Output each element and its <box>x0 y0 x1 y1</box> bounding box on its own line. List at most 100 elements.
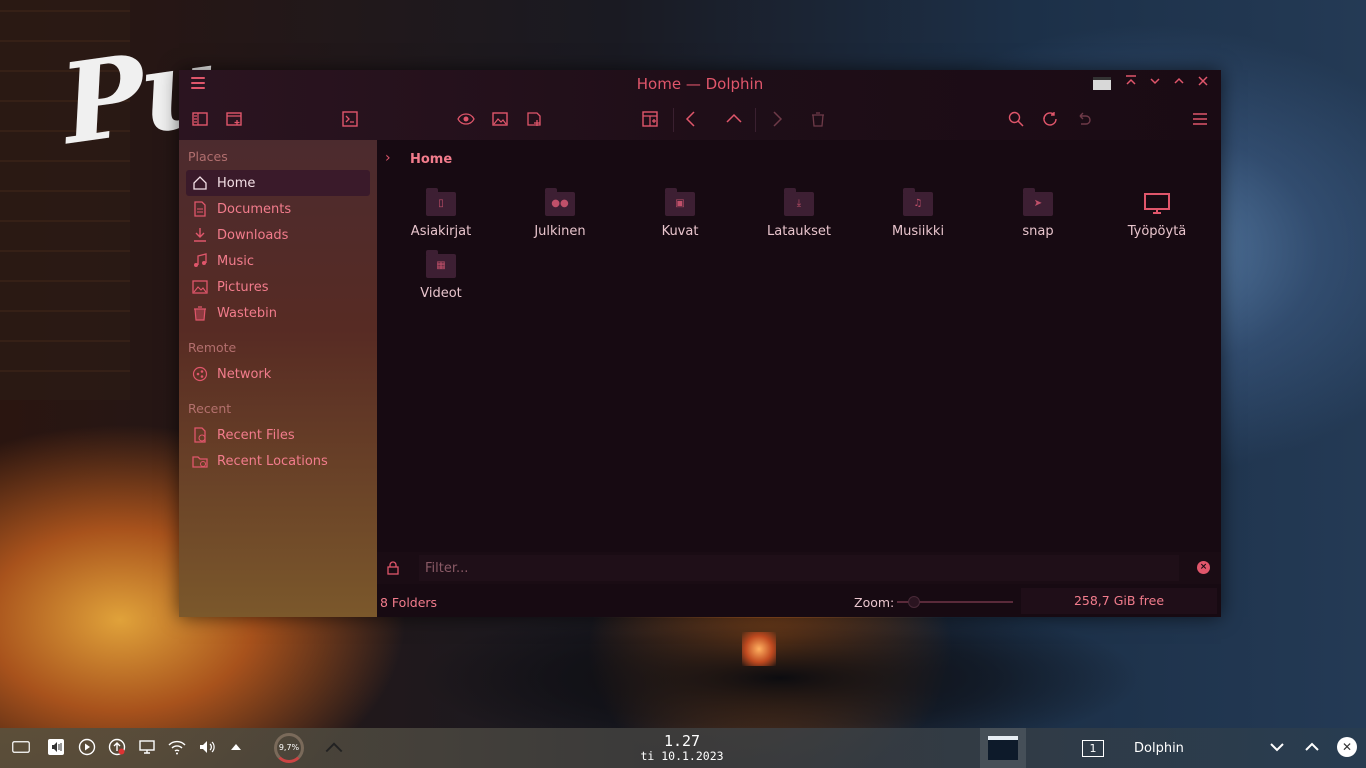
panel-expand-icon[interactable] <box>320 738 348 758</box>
delete-button[interactable] <box>807 108 829 130</box>
wallpaper-motorcycle <box>420 618 1140 728</box>
active-task-label[interactable]: Dolphin <box>1134 741 1184 756</box>
zoom-label: Zoom: <box>854 595 895 610</box>
public-folder-icon: ●● <box>545 188 575 216</box>
chevron-up-icon[interactable] <box>1302 738 1322 758</box>
sidebar-item-pictures[interactable]: Pictures <box>186 274 370 300</box>
sidebar-item-label: Downloads <box>217 227 289 243</box>
speaker-icon[interactable] <box>197 738 217 758</box>
sidebar-item-music[interactable]: Music <box>186 248 370 274</box>
window-title: Home — Dolphin <box>636 75 764 93</box>
folder-item[interactable]: ➤ snap <box>988 188 1088 239</box>
hamburger-menu-button[interactable] <box>1189 108 1211 130</box>
reload-button[interactable] <box>1039 108 1061 130</box>
forward-button[interactable] <box>765 108 787 130</box>
sidebar-item-label: Home <box>217 175 256 191</box>
breadcrumb-chevron-icon[interactable]: › <box>385 150 391 166</box>
downloads-folder-icon: ⤓ <box>784 188 814 216</box>
dolphin-window: Home — Dolphin Places Home Documents Dow… <box>179 70 1221 617</box>
snap-folder-icon: ➤ <box>1023 188 1053 216</box>
free-space-indicator[interactable]: 258,7 GiB free <box>1021 588 1217 614</box>
updates-icon[interactable] <box>107 738 127 758</box>
new-window-button[interactable] <box>223 108 245 130</box>
pictures-folder-icon: ▣ <box>665 188 695 216</box>
sidebar-item-label: Music <box>217 253 254 269</box>
documents-folder-icon: ▯ <box>426 188 456 216</box>
sidebar-item-label: Recent Files <box>217 427 295 443</box>
sidebar-item-network[interactable]: Network <box>186 361 370 387</box>
chevron-down-icon[interactable] <box>1267 738 1287 758</box>
picture-icon <box>192 279 208 295</box>
lock-icon[interactable] <box>387 561 399 575</box>
media-player-icon[interactable] <box>77 738 97 758</box>
sidebar-item-wastebin[interactable]: Wastebin <box>186 300 370 326</box>
sidebar-item-recent-locations[interactable]: Recent Locations <box>186 448 370 474</box>
breadcrumb[interactable]: Home <box>410 152 452 167</box>
image-preview-button[interactable] <box>489 108 511 130</box>
clock-date[interactable]: ti 10.1.2023 <box>620 749 744 763</box>
show-desktop-icon[interactable] <box>8 738 34 758</box>
undo-button[interactable] <box>1073 108 1095 130</box>
sidebar-item-downloads[interactable]: Downloads <box>186 222 370 248</box>
status-bar: 8 Folders Zoom: 258,7 GiB free <box>377 586 1221 617</box>
maximize-button[interactable] <box>1171 74 1187 92</box>
filter-input[interactable] <box>419 555 1179 581</box>
videos-folder-icon: ▦ <box>426 250 456 278</box>
sidebar-item-documents[interactable]: Documents <box>186 196 370 222</box>
up-button[interactable] <box>723 108 745 130</box>
document-icon <box>192 201 208 217</box>
folder-item[interactable]: Työpöytä <box>1107 192 1207 239</box>
close-task-icon[interactable]: ✕ <box>1337 737 1357 757</box>
preview-toggle-button[interactable] <box>455 108 477 130</box>
clock-time[interactable]: 1.27 <box>632 732 732 750</box>
close-button[interactable] <box>1195 74 1211 92</box>
sidebar-item-label: Wastebin <box>217 305 277 321</box>
main-toolbar <box>179 98 1221 140</box>
zoom-slider-handle[interactable] <box>908 596 921 608</box>
network-icon <box>192 366 208 382</box>
folder-item[interactable]: ▣ Kuvat <box>630 188 730 239</box>
window-app-icon <box>1093 76 1111 90</box>
back-button[interactable] <box>681 108 703 130</box>
folder-item[interactable]: ▦ Videot <box>391 250 491 301</box>
music-icon <box>192 253 208 269</box>
terminal-button[interactable] <box>339 108 361 130</box>
dolphin-task-icon <box>988 736 1018 760</box>
sidebar-item-label: Network <box>217 366 272 382</box>
dolphin-task-thumbnail[interactable] <box>980 728 1026 768</box>
folder-item[interactable]: ●● Julkinen <box>510 188 610 239</box>
display-config-icon[interactable] <box>137 738 157 758</box>
desktop-icon <box>1142 192 1172 216</box>
places-panel: Places Home Documents Downloads Music Pi… <box>179 140 377 617</box>
file-view[interactable]: › Home ▯ Asiakirjat ●● Julkinen ▣ Kuvat … <box>377 140 1221 617</box>
new-tab-button[interactable] <box>523 108 545 130</box>
recent-locations-icon <box>192 453 208 469</box>
wallpaper-lamp <box>742 632 776 666</box>
minimize-button[interactable] <box>1147 74 1163 92</box>
remote-section-title: Remote <box>188 340 237 355</box>
sidebar-item-recent-files[interactable]: Recent Files <box>186 422 370 448</box>
sidebar-item-label: Pictures <box>217 279 269 295</box>
places-section-title: Places <box>188 149 228 164</box>
cpu-load-gauge[interactable]: 9,7% <box>274 733 304 763</box>
tray-expand-icon[interactable] <box>226 738 246 758</box>
clear-filter-button[interactable]: × <box>1197 561 1210 574</box>
toggle-panels-button[interactable] <box>189 108 211 130</box>
keep-above-button[interactable] <box>1123 74 1139 92</box>
folder-item[interactable]: ♫ Musiikki <box>868 188 968 239</box>
toolbar-separator <box>755 108 756 132</box>
sidebar-item-label: Documents <box>217 201 292 217</box>
filter-bar: × <box>377 552 1221 584</box>
wifi-icon[interactable] <box>167 738 187 758</box>
folder-item[interactable]: ⤓ Lataukset <box>749 188 849 239</box>
sidebar-item-label: Recent Locations <box>217 453 328 469</box>
title-bar[interactable]: Home — Dolphin <box>179 70 1221 98</box>
taskbar: 9,7% 1.27 ti 10.1.2023 1 Dolphin ✕ <box>0 728 1366 768</box>
split-view-button[interactable] <box>639 108 661 130</box>
folder-item[interactable]: ▯ Asiakirjat <box>391 188 491 239</box>
home-icon <box>192 175 208 191</box>
search-button[interactable] <box>1005 108 1027 130</box>
volume-control-icon[interactable] <box>46 738 66 758</box>
virtual-desktop-pager[interactable]: 1 <box>1082 740 1104 757</box>
sidebar-item-home[interactable]: Home <box>186 170 370 196</box>
